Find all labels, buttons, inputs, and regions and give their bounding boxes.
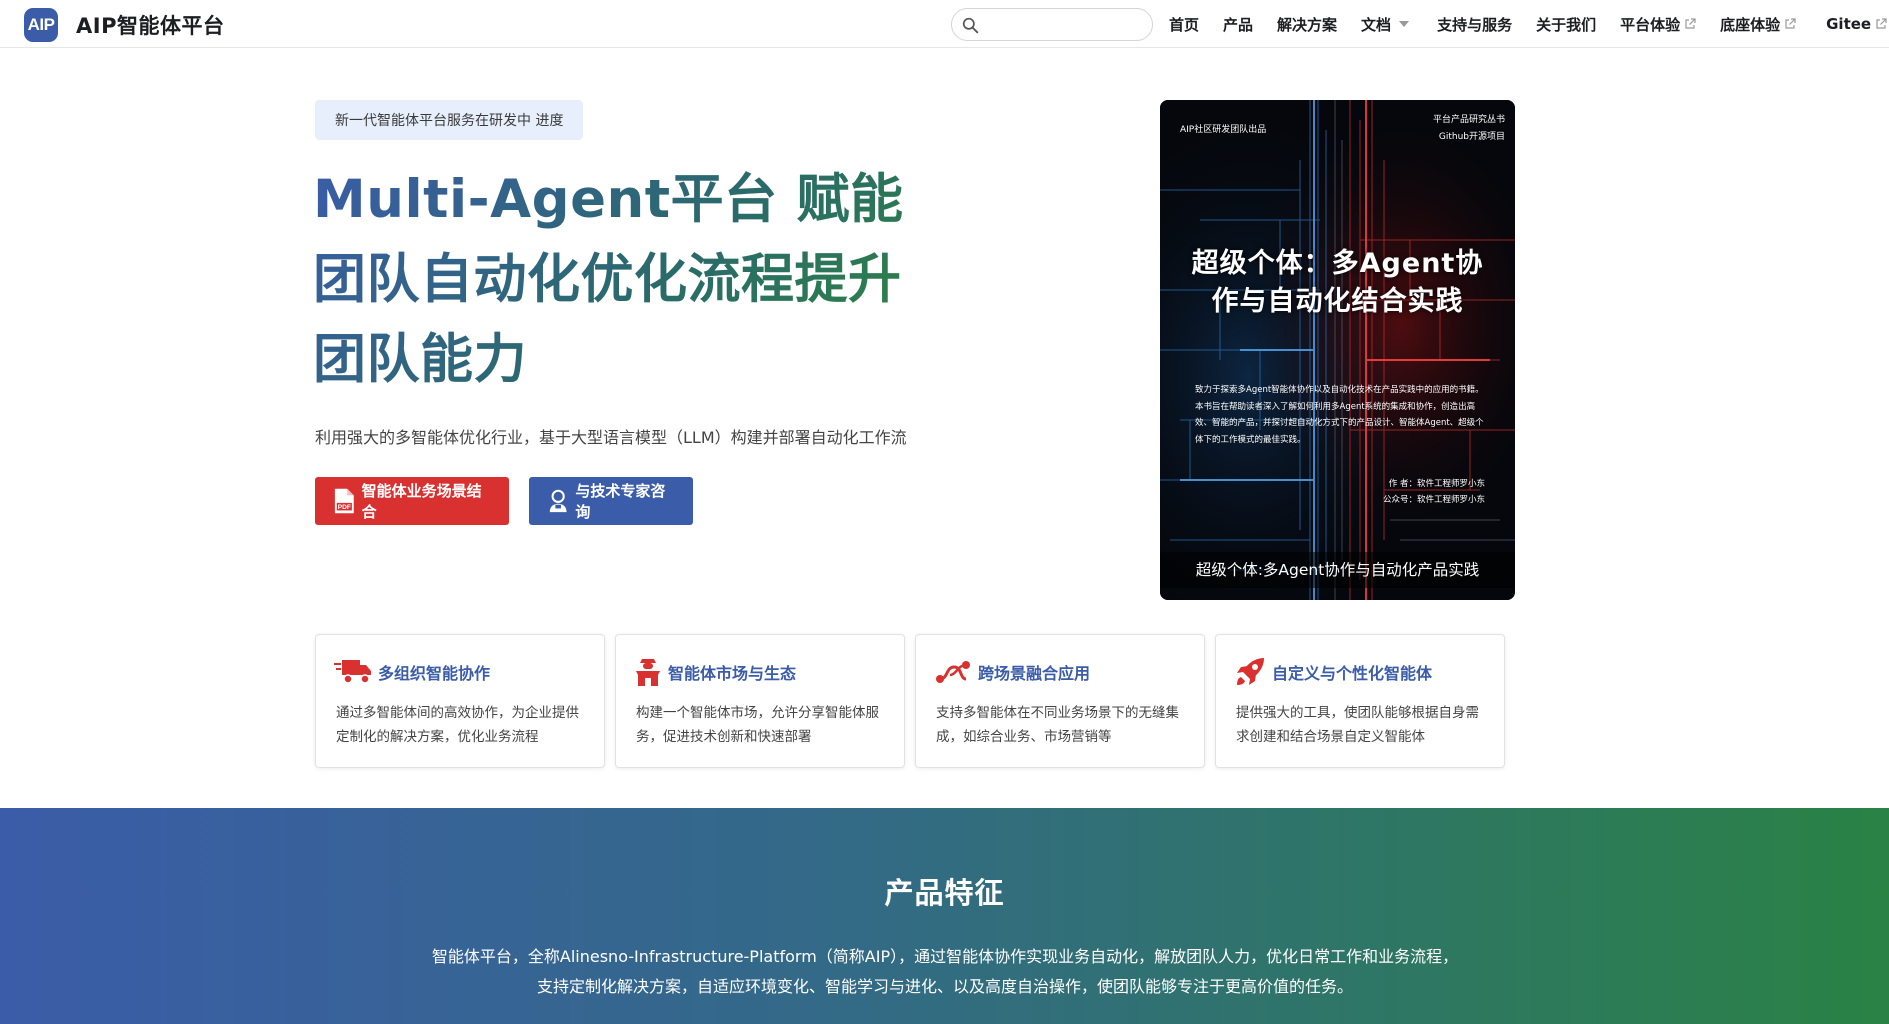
nav-about-label: 关于我们 bbox=[1536, 15, 1597, 34]
card-header: 智能体市场与生态 bbox=[634, 657, 796, 687]
nav-support[interactable]: 支持与服务 bbox=[1437, 14, 1512, 35]
nav-products[interactable]: 产品 bbox=[1223, 14, 1253, 35]
nav-gitee[interactable]: Gitee bbox=[1826, 15, 1887, 33]
nav-docs-dropdown[interactable]: 文档 bbox=[1361, 14, 1410, 35]
svg-text:PDF: PDF bbox=[338, 504, 351, 511]
pdf-icon: PDF bbox=[334, 488, 354, 514]
external-link-icon bbox=[1785, 18, 1796, 29]
book-description: 致力于探索多Agent智能体协作以及自动化技术在产品实践中的应用的书籍。本书旨在… bbox=[1195, 385, 1484, 445]
nav-home-label: 首页 bbox=[1169, 15, 1200, 34]
product-features-section: 产品特征 智能体平台，全称Alinesno-Infrastructure-Pla… bbox=[0, 808, 1889, 1024]
consult-expert-button[interactable]: 与技术专家咨询 bbox=[529, 477, 693, 525]
feature-card-market[interactable]: 智能体市场与生态 构建一个智能体市场，允许分享智能体服务，促进技术创新和快速部署 bbox=[615, 634, 905, 768]
nav-links: 首页 产品 解决方案 文档 支持与服务 关于我们 平台体验 底座体验 Gitee bbox=[1169, 0, 1889, 48]
nav-docs-label: 文档 bbox=[1361, 15, 1392, 34]
route-icon bbox=[936, 661, 970, 683]
card-description: 提供强大的工具，使团队能够根据自身需求创建和结合场景自定义智能体 bbox=[1236, 705, 1479, 745]
search-icon bbox=[962, 17, 979, 34]
expert-icon bbox=[549, 489, 567, 513]
book-publisher: AIP社区研发团队出品 bbox=[1180, 125, 1267, 135]
external-link-icon bbox=[1876, 18, 1887, 29]
book-author-line: 作 者：软件工程师罗小东 bbox=[1388, 479, 1485, 489]
scenario-button-label: 智能体业务场景结合 bbox=[361, 482, 482, 521]
book-series-line: Github开源项目 bbox=[1438, 132, 1505, 142]
card-title: 智能体市场与生态 bbox=[668, 664, 797, 683]
consult-expert-button-label: 与技术专家咨询 bbox=[575, 482, 666, 521]
nav-platform-trial-label: 平台体验 bbox=[1620, 15, 1681, 34]
book-title-line: 超级个体：多Agent协 bbox=[1191, 248, 1484, 279]
book-author-line: 公众号：软件工程师罗小东 bbox=[1382, 495, 1485, 505]
section-title: 产品特征 bbox=[884, 876, 1005, 910]
book-author: 作 者：软件工程师罗小东 公众号：软件工程师罗小东 bbox=[1383, 476, 1485, 508]
brand[interactable]: AIP AIP智能体平台 bbox=[24, 8, 224, 42]
card-title: 自定义与个性化智能体 bbox=[1272, 664, 1433, 683]
feature-card-custom-agent[interactable]: 自定义与个性化智能体 提供强大的工具，使团队能够根据自身需求创建和结合场景自定义… bbox=[1215, 634, 1505, 768]
book-caption: 超级个体:多Agent协作与自动化产品实践 bbox=[1160, 552, 1515, 588]
card-description: 构建一个智能体市场，允许分享智能体服务，促进技术创新和快速部署 bbox=[636, 705, 879, 745]
section-description: 智能体平台，全称Alinesno-Infrastructure-Platform… bbox=[431, 947, 1459, 996]
nav-products-label: 产品 bbox=[1223, 15, 1254, 34]
hero-title: Multi-Agent平台 赋能团队自动化优化流程提升团队能力 bbox=[313, 160, 933, 400]
book-series-line: 平台产品研究丛书 bbox=[1432, 115, 1505, 125]
card-header: 自定义与个性化智能体 bbox=[1234, 657, 1432, 687]
brand-logo[interactable]: AIP bbox=[24, 8, 58, 42]
card-description: 支持多智能体在不同业务场景下的无缝集成，如综合业务、市场营销等 bbox=[936, 705, 1179, 745]
nav-about[interactable]: 关于我们 bbox=[1536, 14, 1596, 35]
feature-card-cross-scene[interactable]: 跨场景融合应用 支持多智能体在不同业务场景下的无缝集成，如综合业务、市场营销等 bbox=[915, 634, 1205, 768]
book-title-line: 作与自动化结合实践 bbox=[1211, 286, 1464, 317]
nav-platform-trial[interactable]: 平台体验 bbox=[1620, 14, 1696, 35]
feature-card-collaboration[interactable]: 多组织智能协作 通过多智能体间的高效协作，为企业提供定制化的解决方案，优化业务流… bbox=[315, 634, 605, 768]
circuit-background bbox=[1160, 100, 1515, 600]
book-series: 平台产品研究丛书 Github开源项目 bbox=[1433, 112, 1505, 146]
card-header: 跨场景融合应用 bbox=[934, 657, 1090, 687]
rocket-icon bbox=[1237, 658, 1264, 685]
top-navbar: AIP AIP智能体平台 首页 产品 解决方案 文档 支持与服务 关于我们 平台… bbox=[0, 0, 1889, 48]
external-link-icon bbox=[1685, 18, 1696, 29]
card-description: 通过多智能体间的高效协作，为企业提供定制化的解决方案，优化业务流程 bbox=[336, 705, 579, 745]
nav-home[interactable]: 首页 bbox=[1169, 14, 1199, 35]
nav-solutions-label: 解决方案 bbox=[1277, 15, 1338, 34]
hero-subtitle: 利用强大的多智能体优化行业，基于大型语言模型（LLM）构建并部署自动化工作流 bbox=[315, 428, 907, 447]
nav-base-trial-label: 底座体验 bbox=[1720, 15, 1781, 34]
card-title: 多组织智能协作 bbox=[378, 664, 491, 683]
truck-icon bbox=[334, 660, 371, 684]
nav-gitee-label: Gitee bbox=[1826, 15, 1872, 33]
search-box[interactable] bbox=[951, 8, 1153, 41]
brand-title[interactable]: AIP智能体平台 bbox=[76, 10, 224, 40]
nav-support-label: 支持与服务 bbox=[1437, 15, 1513, 34]
nav-base-trial[interactable]: 底座体验 bbox=[1720, 14, 1796, 35]
market-icon bbox=[636, 659, 660, 686]
book-cover[interactable]: AIP社区研发团队出品 平台产品研究丛书 Github开源项目 超级个体：多Ag… bbox=[1160, 100, 1515, 600]
search-input[interactable] bbox=[986, 13, 1146, 37]
card-header: 多组织智能协作 bbox=[334, 657, 490, 687]
caret-down-icon bbox=[1399, 21, 1410, 27]
nav-solutions[interactable]: 解决方案 bbox=[1277, 14, 1337, 35]
announcement-badge[interactable]: 新一代智能体平台服务在研发中 进度 bbox=[315, 100, 584, 140]
scenario-button[interactable]: PDF 智能体业务场景结合 bbox=[315, 477, 509, 525]
book-title: 超级个体：多Agent协 作与自动化结合实践 bbox=[1160, 245, 1515, 321]
card-title: 跨场景融合应用 bbox=[978, 664, 1091, 683]
